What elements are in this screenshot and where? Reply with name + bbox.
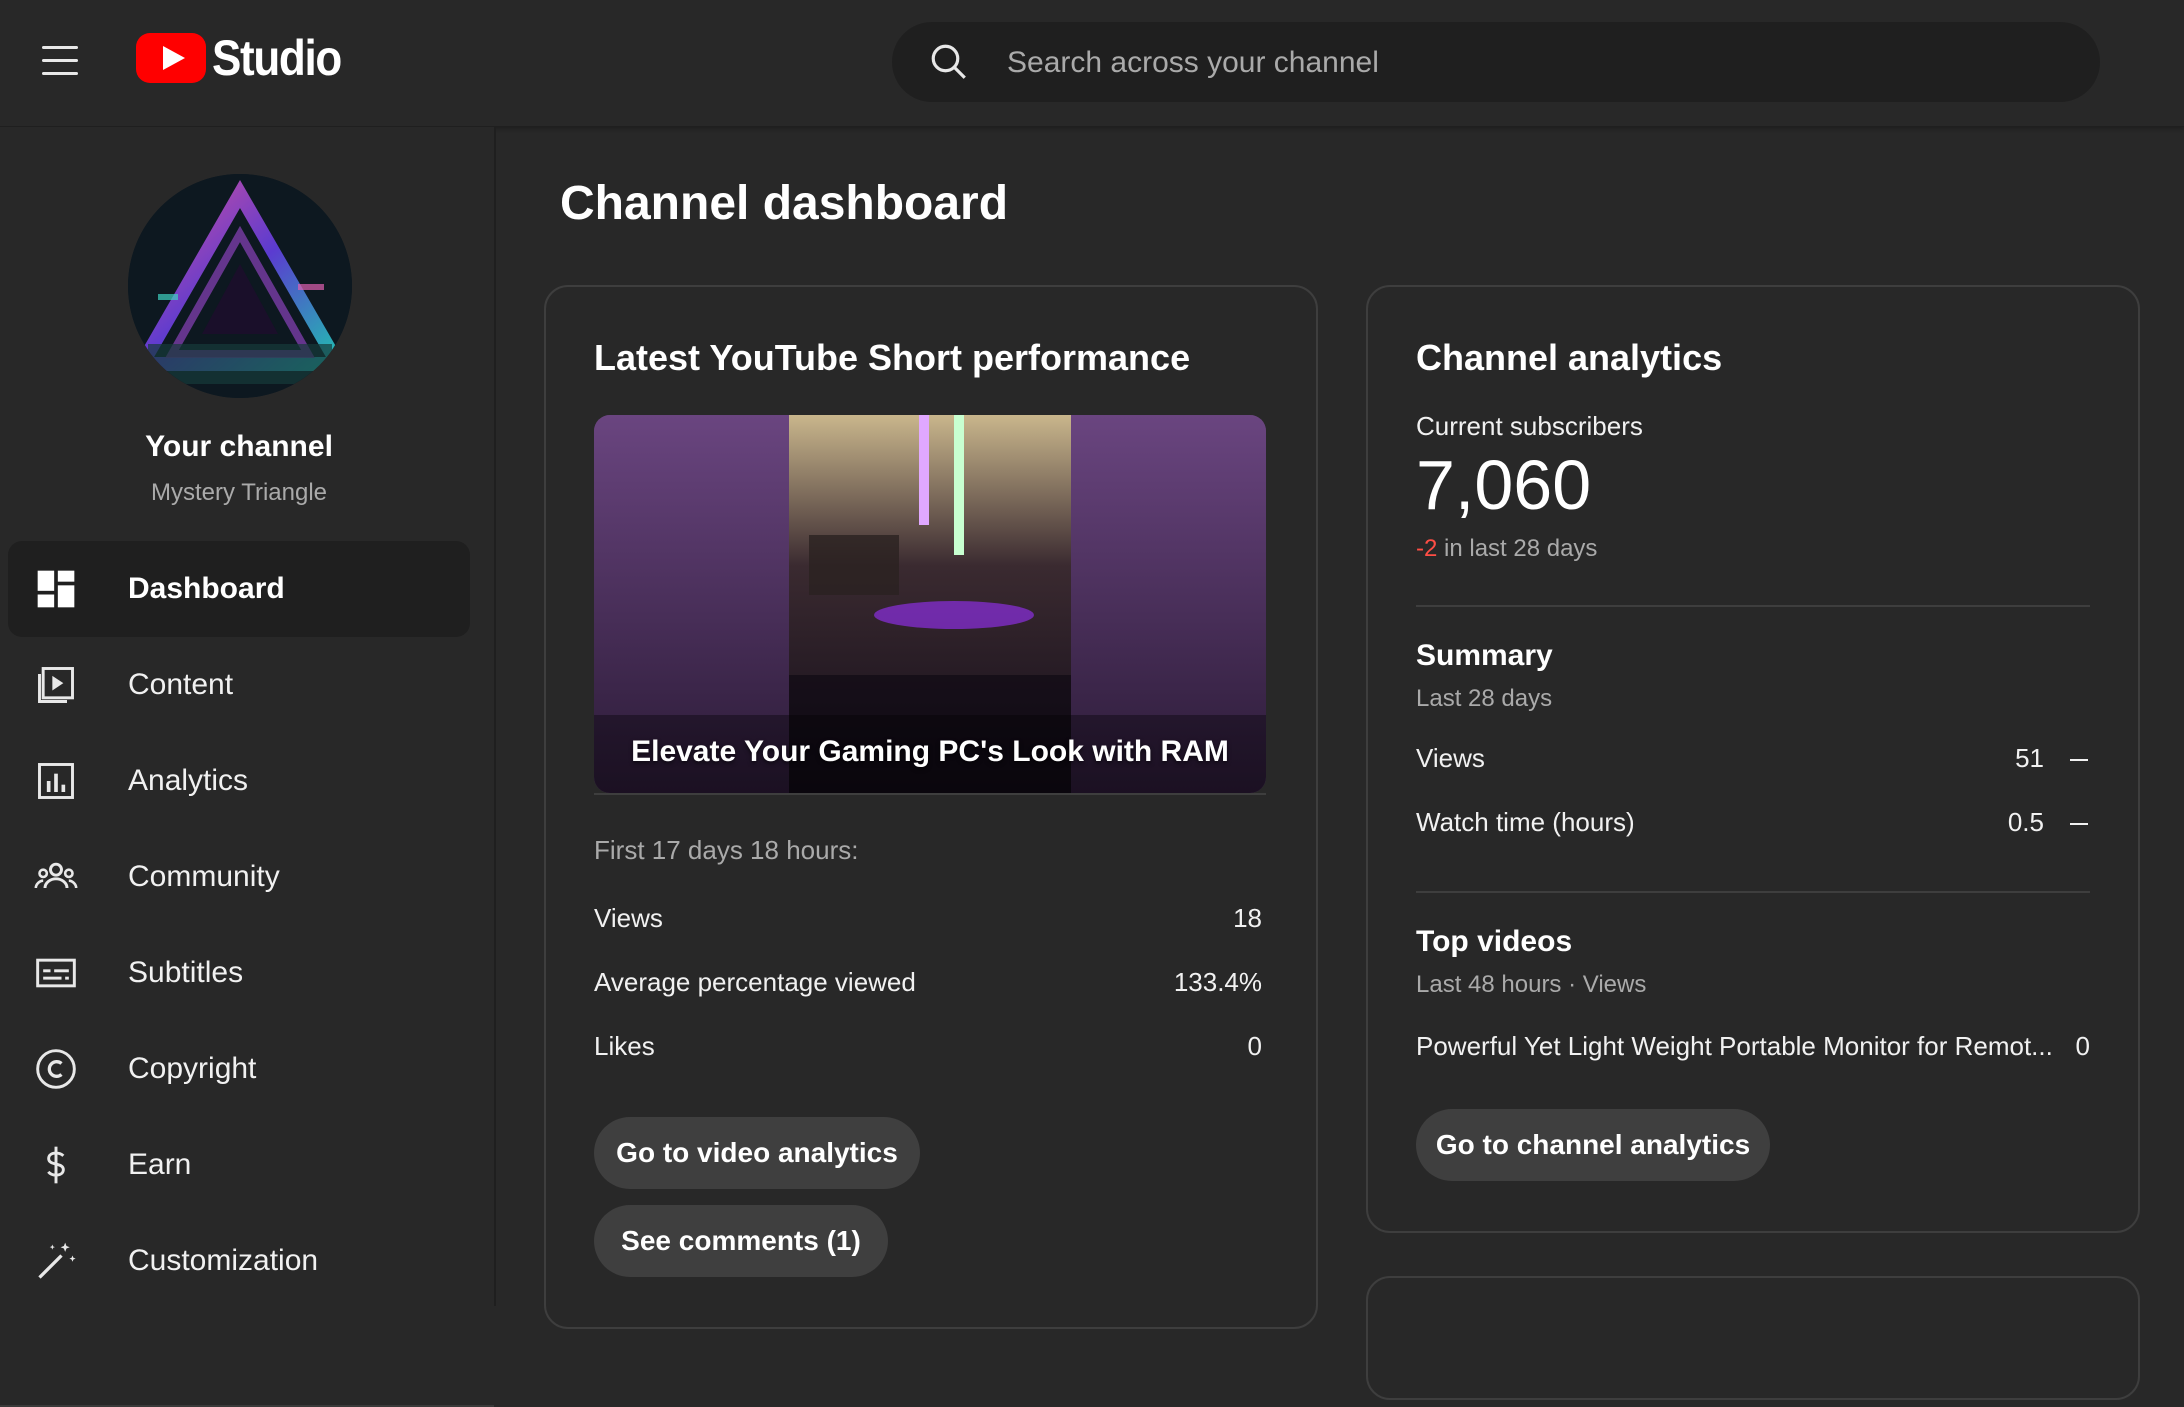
- card-title: Latest YouTube Short performance: [594, 337, 1191, 378]
- trend-dash-icon: [2070, 823, 2088, 826]
- subscribers-change: -2 in last 28 days: [1416, 535, 1597, 563]
- sidebar-item-content[interactable]: Content: [8, 637, 470, 733]
- sidebar-item-label: Analytics: [128, 764, 249, 797]
- sidebar-item-label: Earn: [128, 1148, 192, 1181]
- stat-row-views: Views 18: [594, 903, 1262, 934]
- summary-label: Views: [1416, 743, 1485, 773]
- sidebar-item-customization[interactable]: Customization: [8, 1213, 470, 1309]
- stat-label: Likes: [594, 1031, 655, 1061]
- sidebar-item-earn[interactable]: Earn: [8, 1117, 470, 1213]
- divider: [1416, 605, 2090, 607]
- divider: [594, 793, 1266, 795]
- latest-short-card: Latest YouTube Short performance Elevate…: [544, 285, 1318, 1329]
- sidebar-item-community[interactable]: Community: [8, 829, 470, 925]
- stat-label: Views: [594, 903, 663, 933]
- top-video-row[interactable]: Powerful Yet Light Weight Portable Monit…: [1416, 1031, 2090, 1062]
- sidebar-item-copyright[interactable]: Copyright: [8, 1021, 470, 1117]
- sidebar-item-label: Content: [128, 668, 234, 701]
- copyright-icon: [36, 1049, 76, 1089]
- community-icon: [34, 862, 78, 889]
- divider: [1416, 891, 2090, 893]
- change-value: -2: [1416, 535, 1438, 562]
- channel-analytics-card: Channel analytics Current subscribers 7,…: [1366, 285, 2140, 1233]
- stat-row-avg-percentage: Average percentage viewed 133.4%: [594, 967, 1262, 998]
- summary-value: 0.5: [2007, 807, 2044, 837]
- video-title: Elevate Your Gaming PC's Look with RAM: [631, 735, 1229, 768]
- next-card: [1366, 1276, 2140, 1400]
- logo-text: Studio: [212, 30, 342, 86]
- change-suffix: in last 28 days: [1437, 535, 1598, 562]
- go-to-video-analytics-button[interactable]: Go to video analytics: [594, 1117, 920, 1189]
- sidebar-item-label: Community: [128, 860, 280, 893]
- go-to-channel-analytics-button[interactable]: Go to channel analytics: [1416, 1109, 1770, 1181]
- search-input[interactable]: [1005, 32, 2059, 94]
- sidebar-item-label: Customization: [128, 1244, 319, 1277]
- stat-label: Average percentage viewed: [594, 967, 916, 997]
- trend-dash-icon: [2070, 759, 2088, 762]
- search-icon: [931, 44, 966, 79]
- summary-label: Watch time (hours): [1416, 807, 1635, 837]
- analytics-icon: [38, 763, 74, 799]
- youtube-logo-icon: [136, 33, 206, 83]
- channel-handle: Mystery Triangle: [150, 479, 328, 506]
- sidebar-item-dashboard[interactable]: Dashboard: [8, 541, 470, 637]
- top-video-views: 0: [2075, 1031, 2090, 1061]
- summary-value-group: 51: [2015, 743, 2088, 774]
- card-title: Channel analytics: [1416, 337, 1723, 378]
- sidebar-item-label: Subtitles: [128, 956, 244, 989]
- top-bar: Studio: [0, 0, 2184, 127]
- channel-name: Your channel: [145, 430, 333, 463]
- summary-row-views: Views 51: [1416, 743, 2088, 774]
- top-video-title[interactable]: Powerful Yet Light Weight Portable Monit…: [1416, 1031, 2053, 1062]
- period-text: First 17 days 18 hours:: [594, 835, 859, 865]
- summary-title: Summary: [1416, 639, 1553, 672]
- sidebar: Your channel Mystery Triangle Dashboard …: [0, 127, 496, 1407]
- see-comments-button[interactable]: See comments (1): [594, 1205, 888, 1277]
- subtitles-icon: [36, 958, 76, 988]
- search-bar[interactable]: [892, 22, 2100, 102]
- top-videos-period: Last 48 hours · Views: [1416, 971, 1647, 998]
- summary-row-watch-time: Watch time (hours) 0.5: [1416, 807, 2088, 838]
- summary-value-group: 0.5: [2008, 807, 2088, 838]
- sidebar-item-label: Dashboard: [128, 572, 285, 605]
- earn-icon: [47, 1146, 65, 1184]
- stat-value: 18: [1233, 903, 1262, 933]
- subscribers-label: Current subscribers: [1416, 411, 1643, 441]
- customization-icon: [38, 1242, 76, 1279]
- page-title: Channel dashboard: [560, 177, 1009, 230]
- period-label: First 17 days 18 hours:: [594, 835, 1266, 866]
- summary-period: Last 28 days: [1416, 685, 1553, 712]
- sidebar-item-analytics[interactable]: Analytics: [8, 733, 470, 829]
- channel-avatar[interactable]: [128, 174, 352, 398]
- content-icon: [38, 667, 74, 703]
- top-videos-title: Top videos: [1416, 925, 1573, 958]
- sidebar-item-label: Copyright: [128, 1052, 257, 1085]
- stat-row-likes: Likes 0: [594, 1031, 1262, 1062]
- stat-value: 0: [1247, 1031, 1262, 1061]
- menu-icon[interactable]: [42, 46, 78, 76]
- video-thumbnail[interactable]: Elevate Your Gaming PC's Look with RAM: [594, 415, 1266, 793]
- dashboard-icon: [37, 570, 75, 608]
- subscribers-count: 7,060: [1416, 446, 1592, 524]
- studio-logo[interactable]: Studio: [136, 30, 359, 86]
- stat-value: 133.4%: [1173, 967, 1262, 997]
- sidebar-item-subtitles[interactable]: Subtitles: [8, 925, 470, 1021]
- summary-value: 51: [2015, 743, 2044, 773]
